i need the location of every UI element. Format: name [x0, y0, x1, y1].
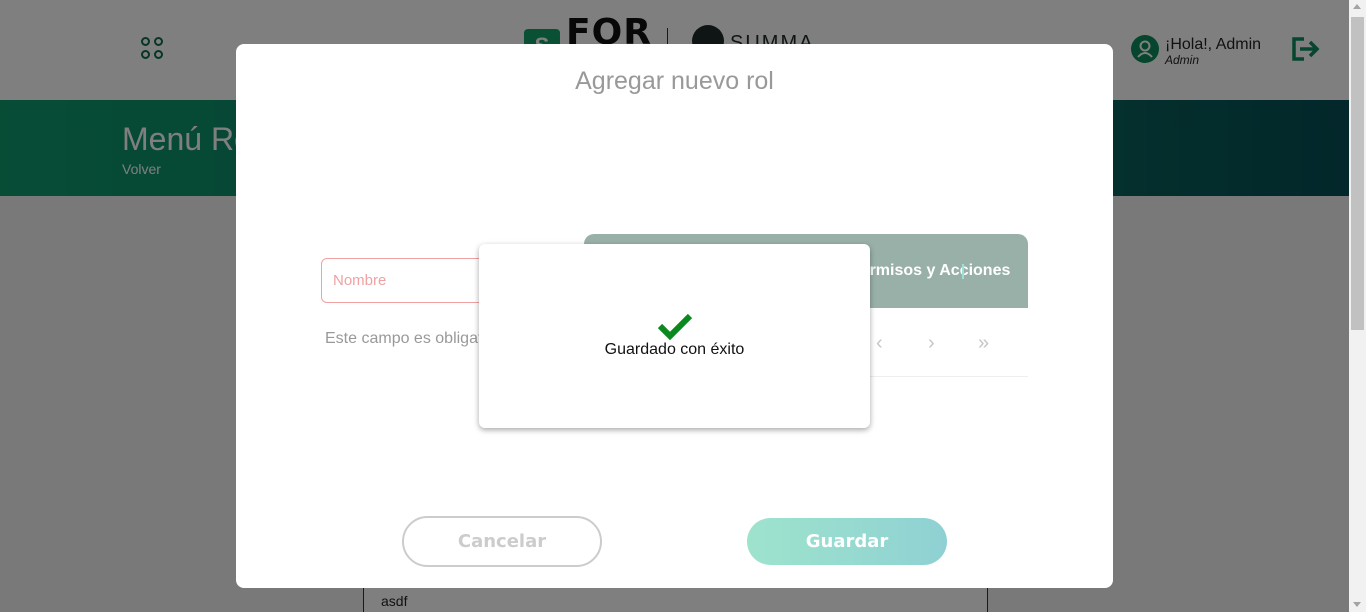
last-page-button[interactable]: »: [978, 332, 989, 355]
check-icon: [657, 312, 693, 341]
success-message: Guardado con éxito: [604, 341, 745, 358]
prev-page-button[interactable]: ‹: [876, 332, 883, 355]
vertical-scrollbar[interactable]: [1349, 0, 1366, 612]
scroll-down-arrow-icon[interactable]: [1353, 602, 1361, 607]
next-page-button[interactable]: ›: [928, 332, 935, 355]
save-button[interactable]: Guardar: [747, 518, 947, 565]
scroll-up-arrow-icon[interactable]: [1353, 4, 1361, 9]
page: S FOR SUMMA ¡Hola!, Admin Admin Menú Rol…: [0, 0, 1349, 612]
modal-title: Agregar nuevo rol: [575, 67, 774, 95]
header-divider: [962, 264, 964, 279]
permissions-header-label: Permisos y Acciones: [850, 262, 1011, 279]
scrollbar-thumb[interactable]: [1351, 17, 1364, 330]
success-dialog: Guardado con éxito: [479, 244, 870, 428]
cancel-button[interactable]: Cancelar: [402, 516, 602, 567]
